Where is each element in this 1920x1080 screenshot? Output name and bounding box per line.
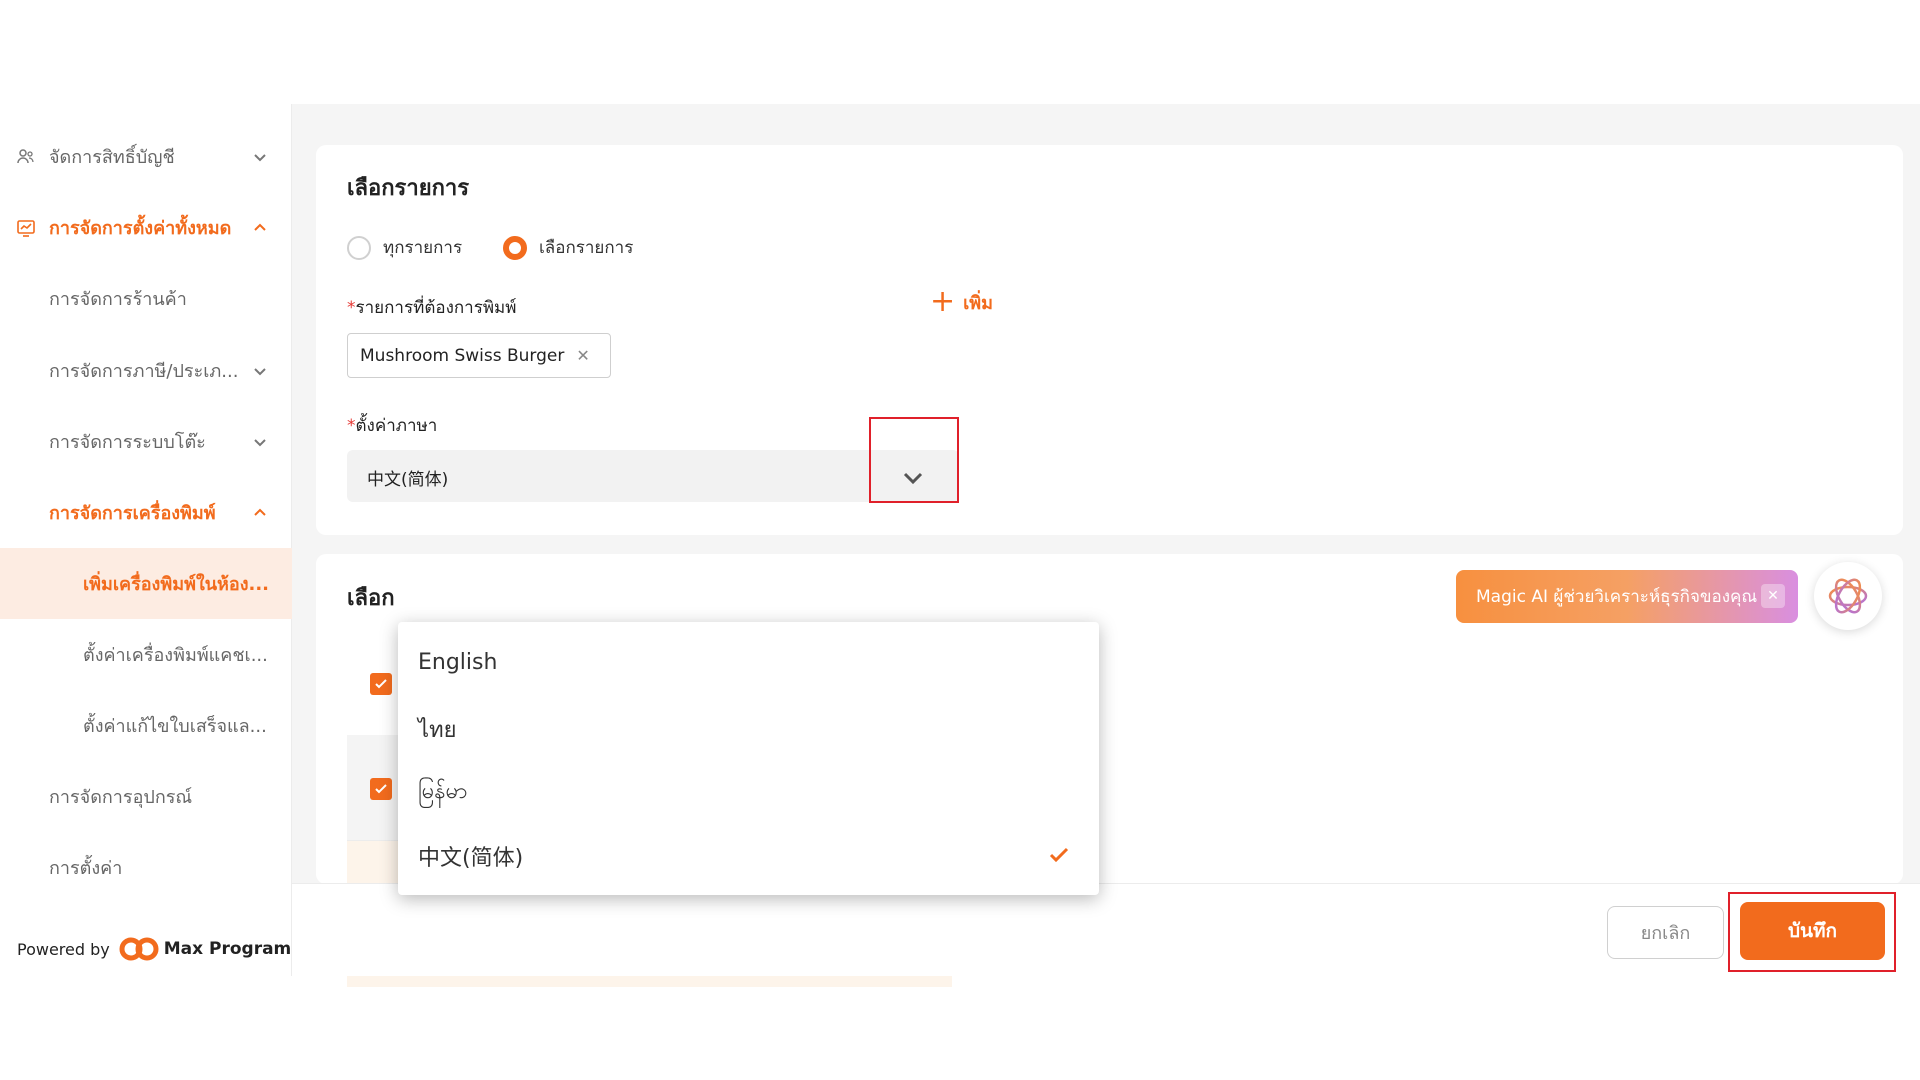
sidebar-item-store-management[interactable]: การจัดการร้านค้า [0, 263, 292, 334]
dropdown-option-thai[interactable]: ไทย [418, 712, 456, 747]
section2-title: เลือก [347, 586, 395, 611]
chevron-down-icon [254, 367, 266, 375]
language-select-value: 中文(简体) [367, 470, 449, 490]
sidebar-item-label: การจัดการระบบโต๊ะ [49, 432, 206, 453]
check-icon [1049, 847, 1069, 863]
sidebar-item-label: การจัดการอุปกรณ์ [49, 787, 193, 808]
radio-label: ทุกรายการ [383, 238, 463, 258]
section-title: เลือกรายการ [347, 176, 470, 201]
check-icon [375, 784, 387, 794]
magic-ai-orb-icon[interactable] [1814, 562, 1882, 630]
sidebar-item-label: จัดการสิทธิ์บัญชี [49, 147, 175, 168]
print-items-label: *รายการที่ต้องการพิมพ์ [347, 294, 516, 321]
chevron-up-icon [254, 508, 266, 516]
add-item-button[interactable]: + เพิ่ม [930, 287, 993, 317]
language-label-text: ตั้งค่าภาษา [355, 416, 438, 436]
brand-name: Max Program [163, 939, 292, 959]
chevron-down-icon [254, 438, 266, 446]
settings-chart-icon [16, 218, 36, 238]
app-body: จัดการสิทธิ์บัญชี การจัดการตั้งค่าทั้งหม… [0, 104, 1920, 987]
required-mark: * [347, 298, 356, 318]
print-items-label-text: รายการที่ต้องการพิมพ์ [355, 298, 517, 318]
sidebar-item-table-management[interactable]: การจัดการระบบโต๊ะ [0, 406, 292, 477]
sidebar-item-label: การตั้งค่า [49, 858, 123, 879]
radio-circle [347, 235, 371, 260]
dropdown-option-burmese[interactable]: မြန်မာ [418, 776, 467, 809]
dropdown-option-chinese[interactable]: 中文(简体) [418, 840, 523, 872]
sidebar: จัดการสิทธิ์บัญชี การจัดการตั้งค่าทั้งหม… [0, 104, 292, 976]
language-dropdown-menu: English ไทย မြန်မာ 中文(简体) [398, 622, 1099, 895]
user-group-icon [16, 147, 36, 167]
selected-item-tag: Mushroom Swiss Burger ✕ [347, 333, 611, 378]
checkbox-checked[interactable] [370, 778, 392, 800]
sidebar-item-printer-management[interactable]: การจัดการเครื่องพิมพ์ [0, 477, 292, 548]
radio-circle-selected [503, 235, 527, 260]
language-select[interactable]: 中文(简体) [347, 450, 959, 502]
cancel-button[interactable]: ยกเลิก [1607, 906, 1724, 959]
sidebar-item-account-permissions[interactable]: จัดการสิทธิ์บัญชี [0, 121, 292, 192]
magic-ai-label: Magic AI ผู้ช่วยวิเคราะห์ธุรกิจของคุณ [1476, 587, 1758, 607]
sidebar-item-label: การจัดการร้านค้า [49, 289, 187, 310]
sidebar-item-device-management[interactable]: การจัดการอุปกรณ์ [0, 761, 292, 832]
sidebar-item-settings[interactable]: การตั้งค่า [0, 832, 292, 903]
required-mark: * [347, 416, 356, 436]
chevron-down-icon [254, 153, 266, 161]
sidebar-item-add-kitchen-printer[interactable]: เพิ่มเครื่องพิมพ์ในห้อง... [0, 548, 292, 619]
sidebar-item-label: การจัดการตั้งค่าทั้งหมด [49, 218, 232, 239]
check-icon [375, 679, 387, 689]
language-label: *ตั้งค่าภาษา [347, 412, 437, 439]
magic-ai-close-icon[interactable]: ✕ [1761, 584, 1785, 608]
powered-by: Powered by Max Program [17, 936, 291, 962]
radio-label: เลือกรายการ [539, 238, 634, 258]
sidebar-item-all-settings[interactable]: การจัดการตั้งค่าทั้งหมด [0, 192, 292, 263]
max-program-logo-icon [119, 937, 159, 961]
radio-select-items[interactable]: เลือกรายการ [503, 234, 633, 261]
plus-icon: + [930, 284, 956, 319]
sidebar-item-cashier-printer-settings[interactable]: ตั้งค่าเครื่องพิมพ์แคชเ... [0, 619, 292, 690]
sidebar-item-receipt-edit-settings[interactable]: ตั้งค่าแก้ไขใบเสร็จแล... [0, 690, 292, 761]
sidebar-item-label: การจัดการภาษี/ประเภ... [49, 361, 239, 382]
tag-remove-icon[interactable]: ✕ [576, 346, 589, 365]
tag-label: Mushroom Swiss Burger [360, 345, 565, 366]
chevron-up-icon [254, 223, 266, 231]
sidebar-item-label: ตั้งค่าแก้ไขใบเสร็จแล... [83, 716, 267, 737]
sidebar-item-label: ตั้งค่าเครื่องพิมพ์แคชเ... [83, 645, 268, 666]
dropdown-option-english[interactable]: English [418, 650, 497, 675]
sidebar-item-label: เพิ่มเครื่องพิมพ์ในห้อง... [83, 574, 270, 595]
highlight-box-dropdown [869, 417, 959, 503]
sidebar-item-label: การจัดการเครื่องพิมพ์ [49, 503, 216, 524]
sidebar-item-tax-management[interactable]: การจัดการภาษี/ประเภ... [0, 335, 292, 406]
add-label: เพิ่ม [963, 292, 994, 314]
radio-all-items[interactable]: ทุกรายการ [347, 234, 462, 261]
magic-ai-banner[interactable]: Magic AI ผู้ช่วยวิเคราะห์ธุรกิจของคุณ ✕ [1456, 570, 1798, 623]
highlight-box-save [1728, 892, 1896, 972]
checkbox-checked[interactable] [370, 673, 392, 695]
powered-by-text: Powered by [17, 939, 110, 959]
